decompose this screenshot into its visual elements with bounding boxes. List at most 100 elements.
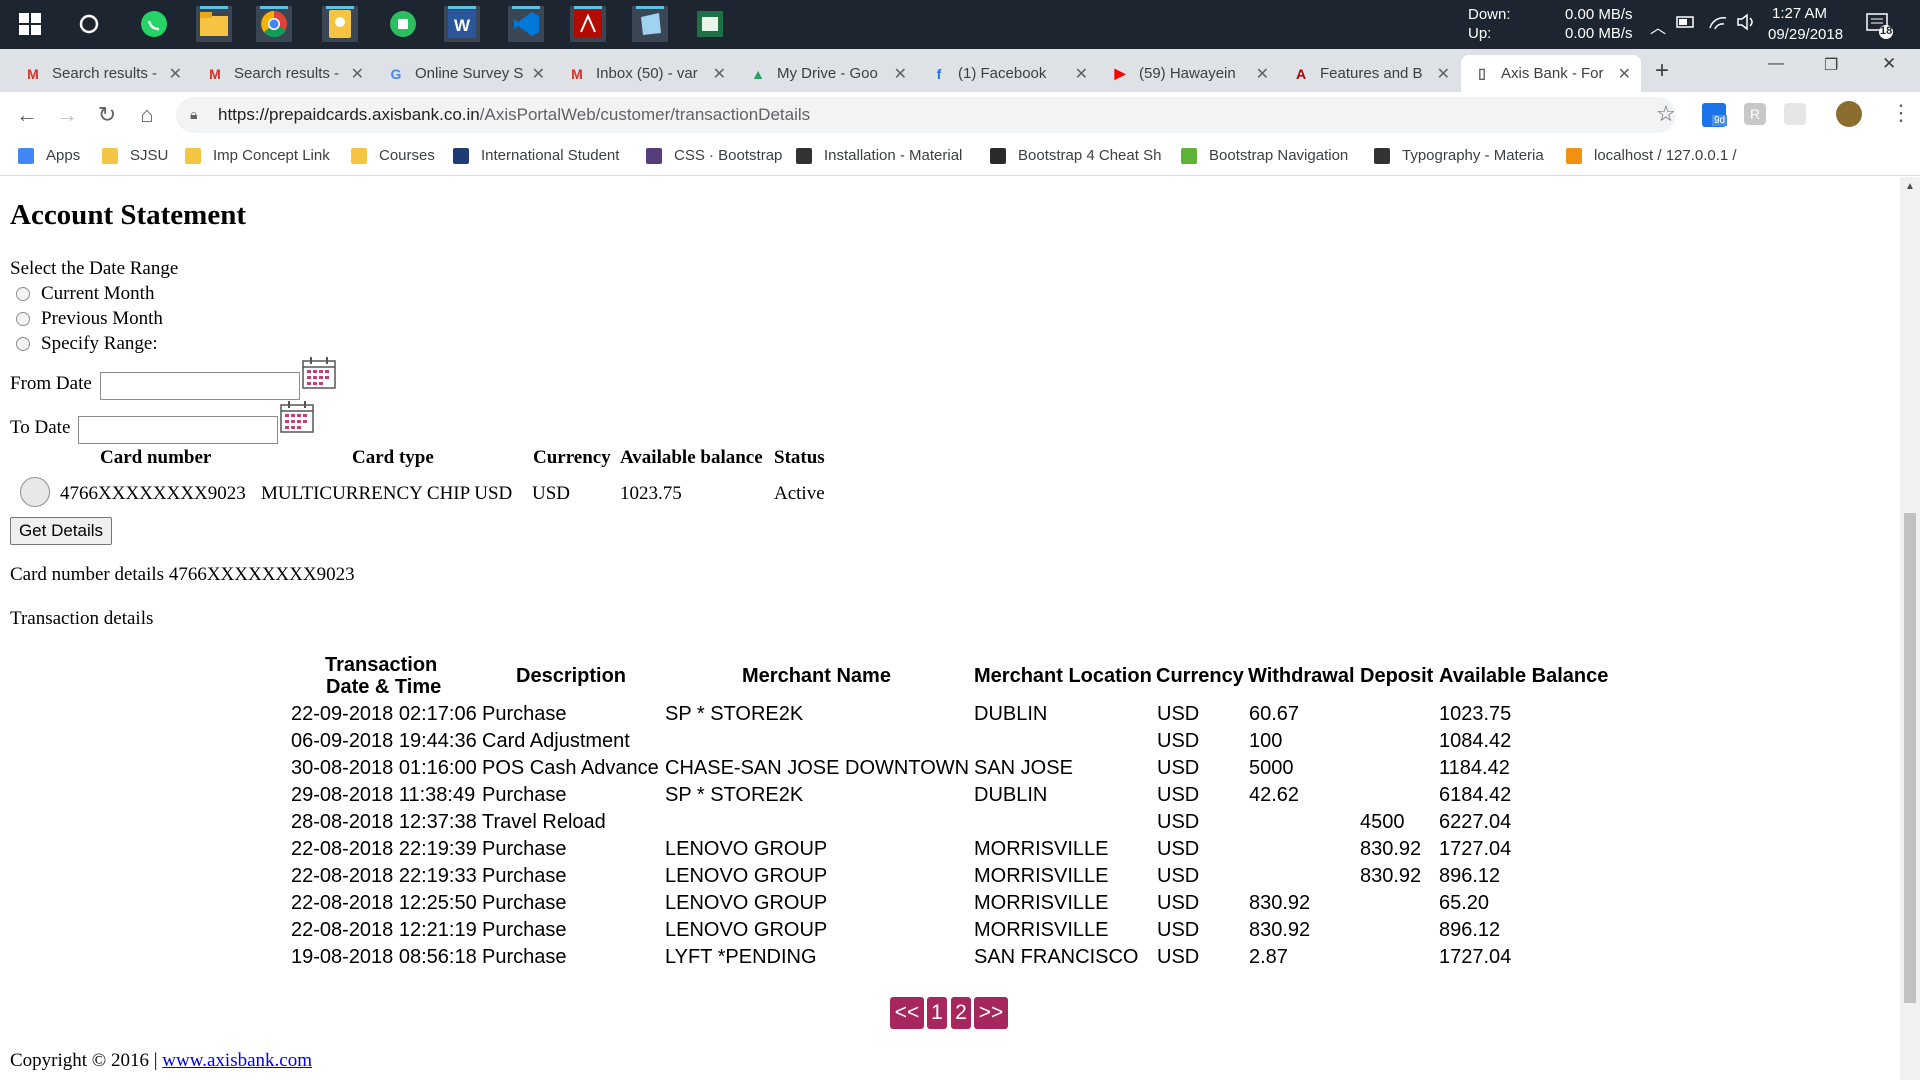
- acrobat-icon[interactable]: [570, 6, 606, 42]
- browser-tab-5[interactable]: ▲ My Drive - Goo ✕: [737, 55, 917, 92]
- tx-cell-description: Purchase: [482, 946, 567, 968]
- radio-previous-month[interactable]: [16, 312, 30, 326]
- lock-icon[interactable]: 🔒︎: [190, 106, 197, 123]
- tx-cell-currency: USD: [1157, 811, 1200, 833]
- browser-tab-4[interactable]: M Inbox (50) - var ✕: [556, 55, 736, 92]
- close-window-button[interactable]: ✕: [1882, 54, 1896, 74]
- clock-time[interactable]: 1:27 AM: [1772, 5, 1827, 22]
- tab-close-icon[interactable]: ✕: [1618, 64, 1631, 84]
- card-balance-cell: 1023.75: [620, 483, 682, 504]
- word-icon[interactable]: W: [444, 6, 480, 42]
- restore-button[interactable]: ❐: [1824, 55, 1838, 75]
- bookmark-item[interactable]: Courses: [351, 147, 435, 164]
- page-content: Account Statement Select the Date Range …: [0, 177, 1900, 1080]
- tab-close-icon[interactable]: ✕: [351, 64, 364, 84]
- notes-icon[interactable]: [632, 6, 668, 42]
- keep-icon[interactable]: [322, 6, 358, 42]
- browser-tab-1[interactable]: M Search results - ✕: [12, 55, 192, 92]
- axisbank-link[interactable]: www.axisbank.com: [162, 1050, 312, 1071]
- bookmark-item[interactable]: Apps: [18, 147, 80, 164]
- browser-tab-9[interactable]: ▯ Axis Bank - For ✕: [1461, 55, 1641, 92]
- bookmark-item[interactable]: Bootstrap 4 Cheat Sh: [990, 147, 1161, 164]
- bookmark-item[interactable]: Imp Concept Link: [185, 147, 330, 164]
- volume-icon[interactable]: [1736, 13, 1758, 35]
- forward-arrow-icon[interactable]: →: [52, 100, 82, 130]
- tab-title: Features and B: [1320, 65, 1423, 82]
- bookmark-favicon-icon: [796, 147, 812, 164]
- browser-tab-6[interactable]: f (1) Facebook ✕: [918, 55, 1098, 92]
- get-details-button[interactable]: Get Details: [10, 517, 112, 545]
- cortana-icon[interactable]: [71, 6, 107, 42]
- whatsapp-icon[interactable]: [136, 6, 172, 42]
- pagination-page-1[interactable]: 1: [927, 997, 947, 1029]
- radio-specify-range[interactable]: [16, 337, 30, 351]
- chrome-icon[interactable]: [256, 6, 292, 42]
- tab-close-icon[interactable]: ✕: [1075, 64, 1088, 84]
- to-date-calendar-icon[interactable]: [280, 399, 314, 433]
- tab-close-icon[interactable]: ✕: [713, 64, 726, 84]
- bookmark-item[interactable]: Typography - Materia: [1374, 147, 1544, 164]
- to-date-input[interactable]: [78, 416, 278, 444]
- svg-text:W: W: [454, 16, 471, 35]
- home-icon[interactable]: ⌂: [132, 100, 162, 130]
- network-down-value: 0.00 MB/s: [1565, 6, 1633, 23]
- pagination-next-button[interactable]: >>: [974, 997, 1008, 1029]
- tab-close-icon[interactable]: ✕: [1437, 64, 1450, 84]
- file-explorer-icon[interactable]: [196, 6, 232, 42]
- bookmark-item[interactable]: SJSU: [102, 147, 168, 164]
- page-scrollbar[interactable]: ▲: [1900, 177, 1920, 1080]
- menu-kebab-icon[interactable]: ⋮: [1890, 100, 1912, 126]
- radio-current-month[interactable]: [16, 287, 30, 301]
- windows-start-icon[interactable]: [12, 6, 48, 42]
- sheets-icon[interactable]: [692, 6, 728, 42]
- bookmark-favicon-icon: [990, 147, 1006, 164]
- evernote-icon[interactable]: [385, 6, 421, 42]
- tab-title: Online Survey S: [415, 65, 524, 82]
- tx-cell-datetime: 30-08-2018 01:16:00: [291, 757, 477, 779]
- tx-cell-withdrawal: 60.67: [1249, 703, 1300, 725]
- extension-translate-icon[interactable]: 9d: [1702, 103, 1728, 127]
- extension-r-icon[interactable]: R: [1744, 103, 1766, 125]
- tx-cell-description: Travel Reload: [482, 811, 606, 833]
- tab-close-icon[interactable]: ✕: [532, 64, 545, 84]
- tx-header-merchant-name: Merchant Name: [742, 665, 891, 687]
- minimize-button[interactable]: —: [1768, 55, 1784, 73]
- tab-close-icon[interactable]: ✕: [1256, 64, 1269, 84]
- bookmark-label: Bootstrap Navigation: [1209, 147, 1349, 164]
- browser-tab-2[interactable]: M Search results - ✕: [194, 55, 374, 92]
- bookmark-item[interactable]: Bootstrap Navigation: [1181, 147, 1348, 164]
- browser-tab-8[interactable]: A Features and B ✕: [1280, 55, 1460, 92]
- bookmark-item[interactable]: Installation - Material: [796, 147, 962, 164]
- network-up-label: Up:: [1468, 25, 1492, 42]
- pagination-prev-button[interactable]: <<: [890, 997, 924, 1029]
- bookmark-star-icon[interactable]: ☆: [1656, 101, 1676, 127]
- bookmark-item[interactable]: International Student: [453, 147, 619, 164]
- address-bar[interactable]: 🔒︎ https://prepaidcards.axisbank.co.in/A…: [176, 97, 1676, 133]
- tab-title: Inbox (50) - var: [596, 65, 698, 82]
- back-arrow-icon[interactable]: ←: [12, 100, 42, 130]
- scrollbar-thumb[interactable]: [1904, 513, 1916, 1003]
- from-date-calendar-icon[interactable]: [302, 355, 336, 389]
- scroll-up-arrow-icon[interactable]: ▲: [1905, 181, 1915, 192]
- bookmark-item[interactable]: localhost / 127.0.0.1 /: [1566, 147, 1737, 164]
- from-date-input[interactable]: [100, 372, 300, 400]
- reload-icon[interactable]: ↻: [92, 100, 122, 130]
- browser-tab-7[interactable]: ▶ (59) Hawayein ✕: [1099, 55, 1279, 92]
- extension-blank-icon[interactable]: [1784, 103, 1806, 125]
- profile-avatar[interactable]: [1836, 101, 1862, 127]
- bookmark-item[interactable]: CSS · Bootstrap: [646, 147, 782, 164]
- wifi-icon[interactable]: [1708, 14, 1728, 36]
- tab-close-icon[interactable]: ✕: [169, 64, 182, 84]
- card-select-radio[interactable]: [20, 477, 50, 507]
- radio-label-specify-range: Specify Range:: [41, 333, 158, 354]
- footer-copyright: Copyright © 2016 | www.axisbank.com: [10, 1050, 312, 1072]
- pagination-page-2[interactable]: 2: [951, 997, 971, 1029]
- clock-date[interactable]: 09/29/2018: [1768, 26, 1843, 43]
- vscode-icon[interactable]: [508, 6, 544, 42]
- battery-icon[interactable]: [1676, 15, 1696, 33]
- new-tab-button[interactable]: +: [1655, 57, 1669, 85]
- chevron-up-icon[interactable]: ︿: [1650, 14, 1666, 38]
- tx-cell-description: Purchase: [482, 865, 567, 887]
- tab-close-icon[interactable]: ✕: [894, 64, 907, 84]
- browser-tab-3[interactable]: G Online Survey S ✕: [375, 55, 555, 92]
